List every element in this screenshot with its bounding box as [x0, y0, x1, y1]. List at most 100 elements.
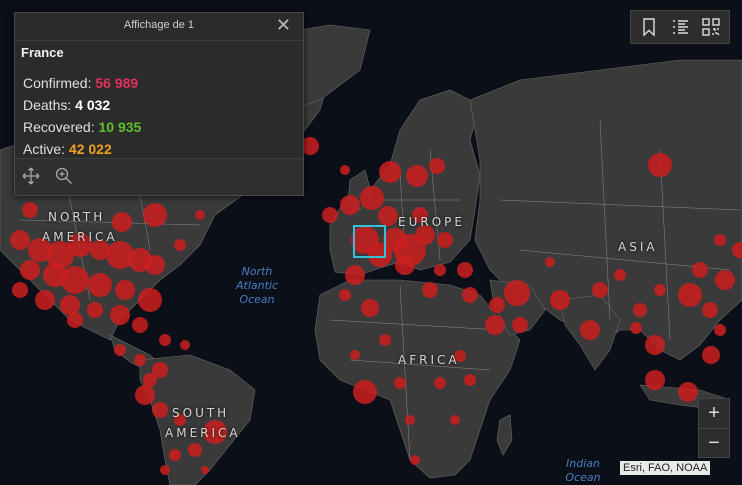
case-bubble[interactable] [195, 210, 205, 220]
case-bubble[interactable] [714, 234, 726, 246]
case-bubble[interactable] [545, 257, 555, 267]
land-madagascar [496, 414, 513, 456]
case-bubble[interactable] [340, 195, 360, 215]
case-bubble[interactable] [67, 312, 83, 328]
case-bubble[interactable] [174, 239, 186, 251]
label-north-atlantic: North Atlantic Ocean [228, 265, 286, 307]
case-bubble[interactable] [702, 346, 720, 364]
zoom-to-icon[interactable] [55, 167, 75, 187]
case-bubble[interactable] [20, 260, 40, 280]
case-bubble[interactable] [145, 255, 165, 275]
case-bubble[interactable] [160, 465, 170, 475]
case-bubble[interactable] [110, 305, 130, 325]
close-icon[interactable]: ✕ [276, 16, 291, 34]
case-bubble[interactable] [645, 370, 665, 390]
attribution: Esri, FAO, NOAA [620, 461, 711, 475]
case-bubble[interactable] [702, 302, 718, 318]
case-bubble[interactable] [339, 289, 351, 301]
case-bubble[interactable] [678, 283, 702, 307]
case-bubble[interactable] [152, 402, 168, 418]
case-bubble[interactable] [138, 288, 162, 312]
case-bubble[interactable] [378, 206, 398, 226]
case-bubble[interactable] [60, 295, 80, 315]
case-bubble[interactable] [429, 158, 445, 174]
case-bubble[interactable] [485, 315, 505, 335]
case-bubble[interactable] [457, 262, 473, 278]
popup-footer [15, 158, 303, 195]
case-bubble[interactable] [87, 302, 103, 318]
case-bubble[interactable] [630, 322, 642, 334]
stat-label: Active: [23, 141, 69, 157]
case-bubble[interactable] [143, 373, 157, 387]
map-view[interactable]: NORTH AMERICA SOUTH AMERICA EUROPE AFRIC… [0, 0, 742, 485]
list-icon[interactable] [670, 17, 690, 37]
case-bubble[interactable] [61, 266, 89, 294]
case-bubble[interactable] [464, 374, 476, 386]
label-america-n: AMERICA [42, 230, 118, 244]
move-icon[interactable] [22, 167, 42, 187]
case-bubble[interactable] [169, 449, 181, 461]
case-bubble[interactable] [135, 385, 155, 405]
case-bubble[interactable] [112, 212, 132, 232]
case-bubble[interactable] [410, 455, 420, 465]
case-bubble[interactable] [489, 297, 505, 313]
case-bubble[interactable] [22, 202, 38, 218]
case-bubble[interactable] [188, 443, 202, 457]
case-bubble[interactable] [180, 340, 190, 350]
bookmark-icon[interactable] [639, 17, 659, 37]
case-bubble[interactable] [504, 280, 530, 306]
case-bubble[interactable] [134, 354, 146, 366]
case-bubble[interactable] [350, 350, 360, 360]
case-bubble[interactable] [550, 290, 570, 310]
case-bubble[interactable] [114, 344, 126, 356]
case-bubble[interactable] [132, 317, 148, 333]
case-bubble[interactable] [360, 186, 384, 210]
zoom-in-button[interactable]: + [699, 399, 729, 428]
case-bubble[interactable] [645, 335, 665, 355]
label-africa: AFRICA [398, 353, 460, 367]
case-bubble[interactable] [340, 165, 350, 175]
case-bubble[interactable] [648, 153, 672, 177]
case-bubble[interactable] [654, 284, 666, 296]
stat-deaths: Deaths: 4 032 [23, 94, 295, 116]
case-bubble[interactable] [405, 415, 415, 425]
case-bubble[interactable] [580, 320, 600, 340]
case-bubble[interactable] [512, 317, 528, 333]
case-bubble[interactable] [143, 203, 167, 227]
popup-stats: Confirmed: 56 989 Deaths: 4 032 Recovere… [15, 64, 303, 160]
case-bubble[interactable] [361, 299, 379, 317]
case-bubble[interactable] [406, 165, 428, 187]
qr-code-icon[interactable] [701, 17, 721, 37]
case-bubble[interactable] [614, 269, 626, 281]
case-bubble[interactable] [353, 380, 377, 404]
case-bubble[interactable] [592, 282, 608, 298]
case-bubble[interactable] [434, 377, 446, 389]
case-bubble[interactable] [10, 230, 30, 250]
zoom-controls: + − [698, 398, 730, 458]
case-bubble[interactable] [395, 255, 415, 275]
case-bubble[interactable] [88, 273, 112, 297]
case-bubble[interactable] [159, 334, 171, 346]
case-bubble[interactable] [462, 287, 478, 303]
case-bubble[interactable] [692, 262, 708, 278]
case-bubble[interactable] [12, 282, 28, 298]
case-bubble[interactable] [714, 324, 726, 336]
case-bubble[interactable] [450, 415, 460, 425]
stat-label: Deaths: [23, 97, 76, 113]
case-bubble[interactable] [115, 280, 135, 300]
case-bubble[interactable] [379, 334, 391, 346]
case-bubble[interactable] [715, 270, 735, 290]
case-bubble[interactable] [322, 207, 338, 223]
zoom-out-button[interactable]: − [699, 428, 729, 458]
case-bubble[interactable] [379, 161, 401, 183]
case-bubble[interactable] [201, 466, 209, 474]
case-bubble[interactable] [394, 377, 406, 389]
case-bubble[interactable] [633, 303, 647, 317]
label-indian-ocean: Indian Ocean [558, 457, 608, 485]
case-bubble[interactable] [678, 382, 698, 402]
case-bubble[interactable] [434, 264, 446, 276]
case-bubble[interactable] [35, 290, 55, 310]
case-bubble[interactable] [345, 265, 365, 285]
case-bubble[interactable] [437, 232, 453, 248]
case-bubble[interactable] [422, 282, 438, 298]
